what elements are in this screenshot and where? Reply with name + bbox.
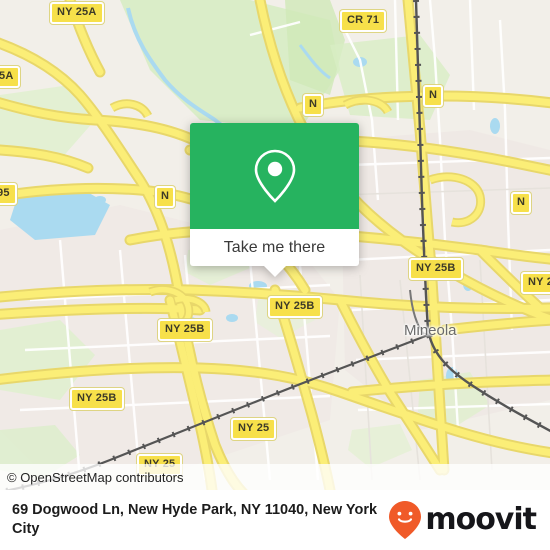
bottom-bar: 69 Dogwood Ln, New Hyde Park, NY 11040, … [0,490,550,550]
road-shield: NY 25B [158,319,212,341]
place-label-mineola: Mineola [404,322,457,339]
road-shield: N [423,85,444,107]
attribution-text: © OpenStreetMap contributors [7,469,184,485]
road-shield: CR 71 [340,10,387,32]
card-pointer-tail [262,265,287,277]
road-shield: NY 25B [409,258,463,280]
map-attribution[interactable]: © OpenStreetMap contributors [0,464,550,490]
take-me-there-label: Take me there [223,238,326,256]
road-shield: NY 25A [50,2,104,24]
road-shield: N [511,192,532,214]
screenshot-root: Mineola NY 25A CR 71 5A N 95 N N N NY 25… [0,0,550,550]
moovit-wordmark: moovit [425,502,537,537]
road-shield: N [303,94,324,116]
road-shield: NY 25 [521,272,550,294]
road-shield: 95 [0,183,17,205]
moovit-pin-smile-icon [389,501,422,539]
card-footer[interactable]: Take me there [190,229,359,266]
road-shield: 5A [0,66,21,88]
road-shield: NY 25B [70,388,124,410]
moovit-logo[interactable]: moovit [388,500,550,540]
location-callout-card[interactable]: Take me there [190,123,359,277]
address-text: 69 Dogwood Ln, New Hyde Park, NY 11040, … [12,502,378,537]
road-shield: NY 25 [231,418,277,440]
road-shield: NY 25B [268,296,322,318]
card-header [190,123,359,229]
road-shield: N [155,186,176,208]
map-pin-icon [254,149,295,203]
